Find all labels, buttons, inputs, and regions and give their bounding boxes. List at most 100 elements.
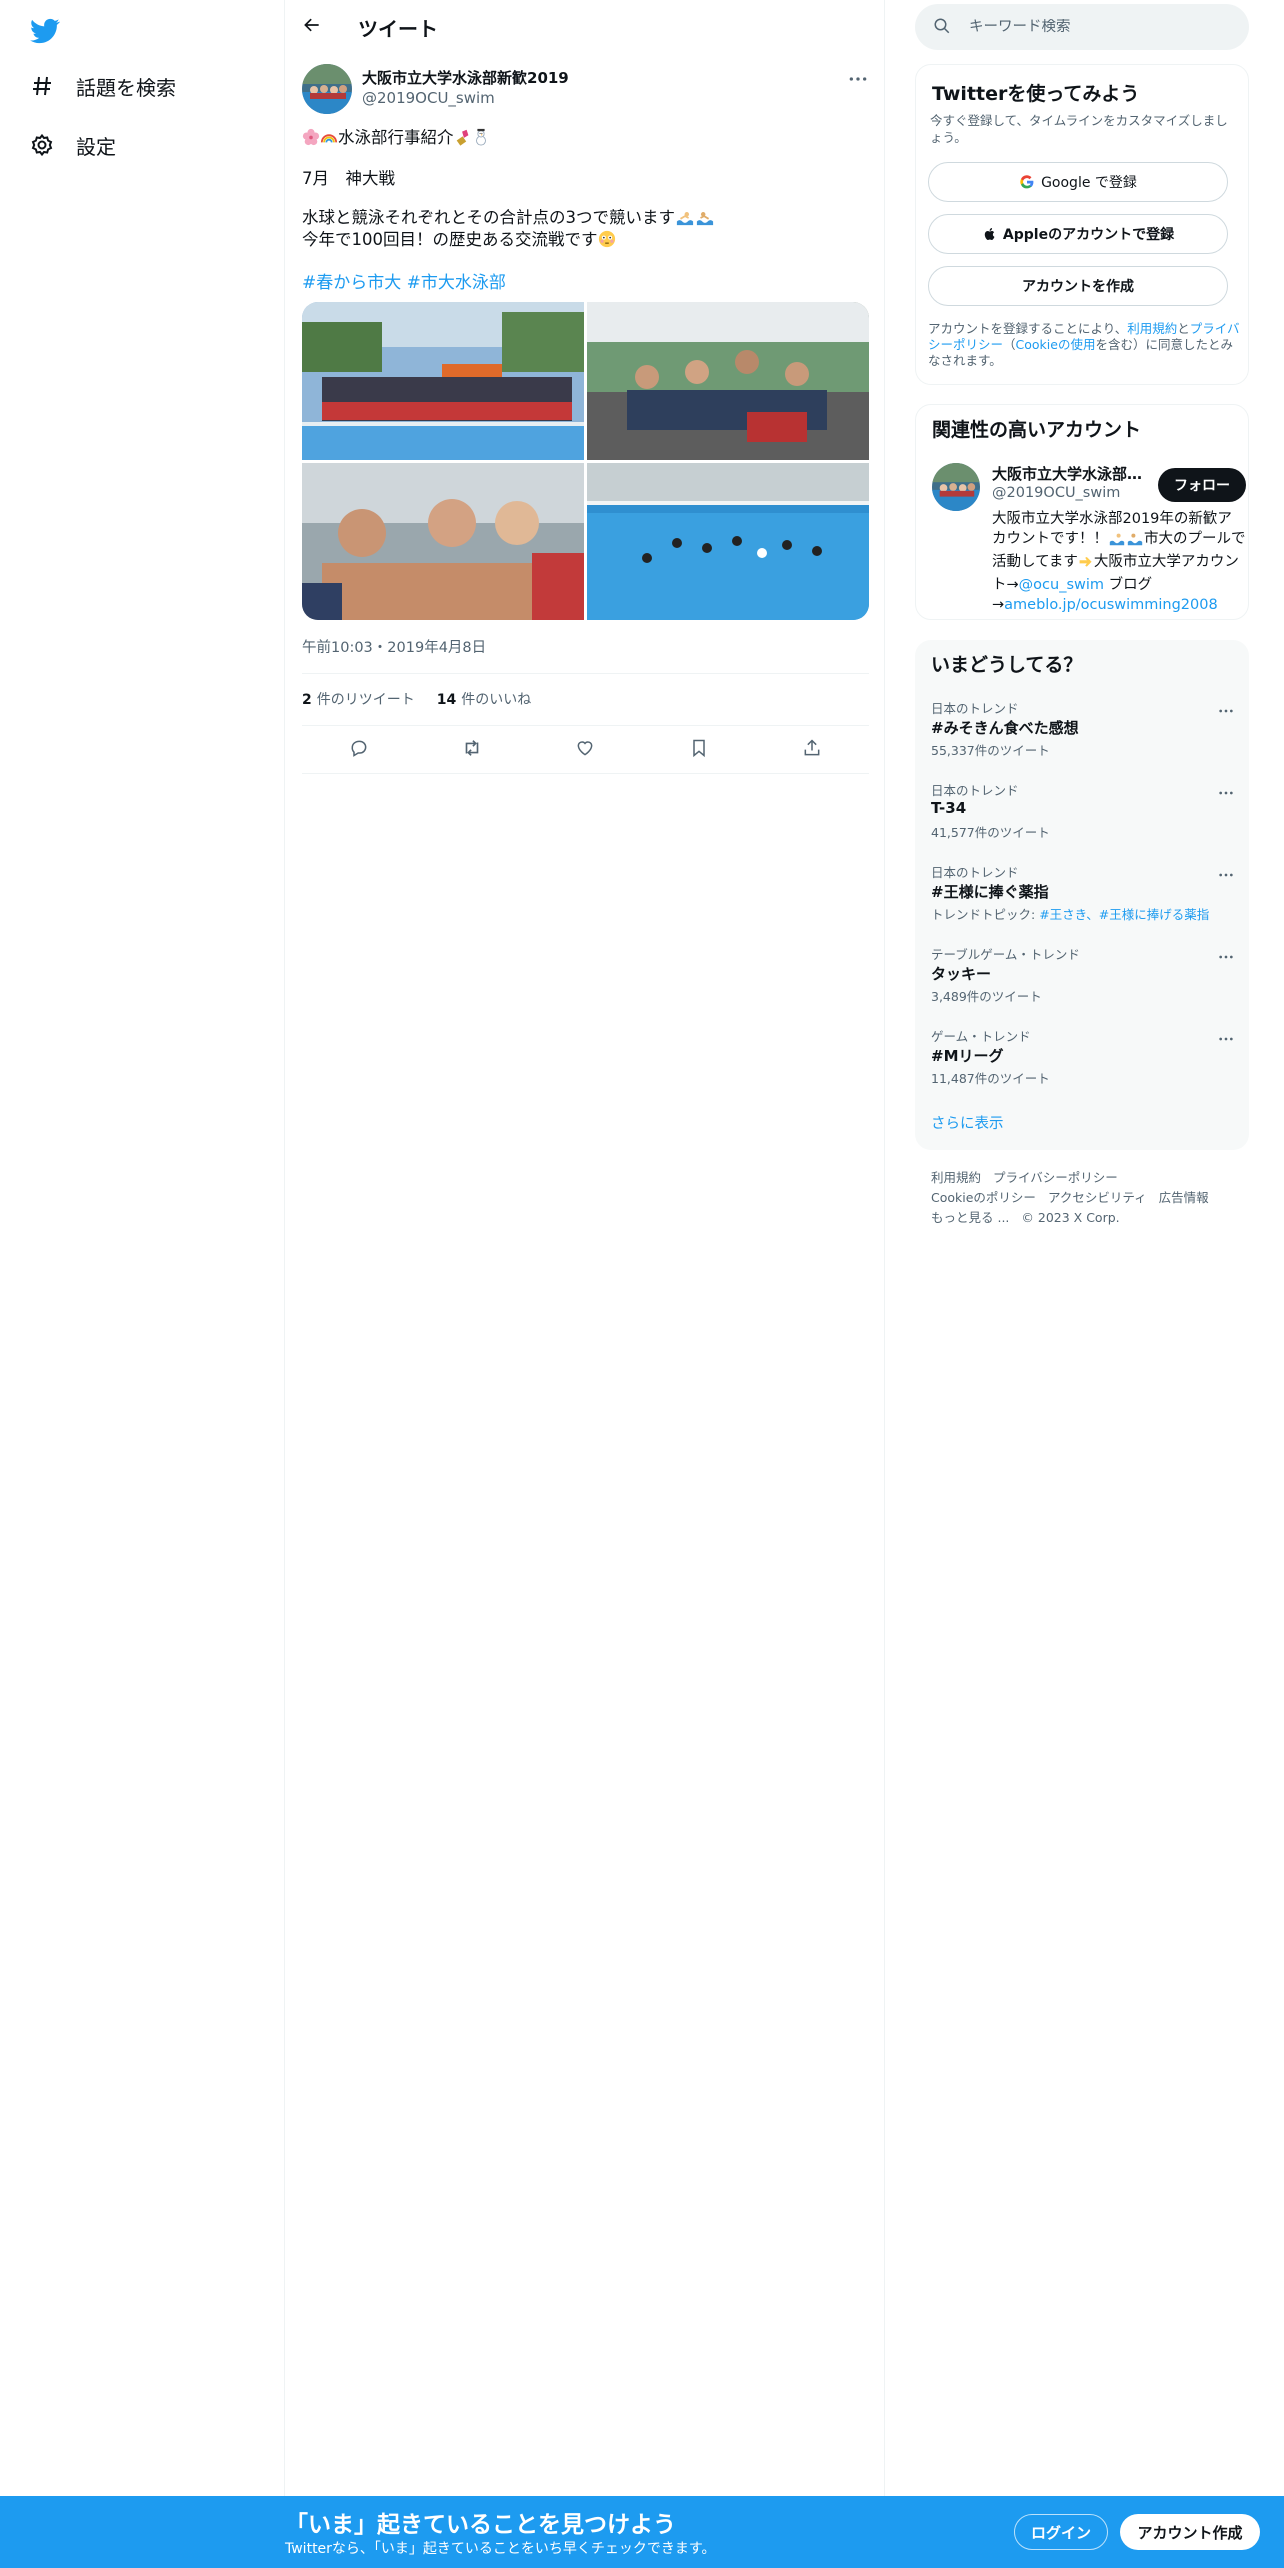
reply-icon — [349, 738, 369, 762]
trend-item[interactable]: 日本のトレンド T-34 41,577件のツイート — [915, 780, 1249, 862]
banner-title: 「いま」起きていることを見つけよう — [285, 2512, 676, 2538]
google-icon — [1019, 174, 1035, 190]
likes-stat[interactable]: 14 件のいいね — [437, 689, 531, 709]
twitter-bird-icon[interactable] — [26, 12, 66, 48]
more-dots-icon — [1218, 945, 1234, 964]
right-sidebar: Twitterを使ってみよう 今すぐ登録して、タイムラインをカスタマイズしましょ… — [885, 0, 1284, 2500]
bookmark-icon — [689, 738, 709, 762]
footer-terms-link[interactable]: 利用規約 — [931, 1170, 981, 1185]
related-accounts-card: 関連性の高いアカウント 大阪市立大学水泳部新歓2019 @2019OCU_swi… — [915, 404, 1249, 620]
more-dots-icon — [1218, 781, 1234, 800]
footer-copyright: © 2023 X Corp. — [1021, 1210, 1120, 1225]
trend-more-button[interactable] — [1213, 944, 1239, 964]
trend-more-button[interactable] — [1213, 698, 1239, 718]
more-dots-icon — [848, 68, 868, 87]
more-options-button[interactable] — [841, 64, 875, 90]
swimmer-icon — [1126, 530, 1144, 552]
footer-links: 利用規約 プライバシーポリシー — [931, 1167, 1261, 1186]
more-dots-icon — [1218, 863, 1234, 882]
more-dots-icon — [1218, 1027, 1234, 1046]
reply-button[interactable] — [342, 733, 376, 767]
retweet-icon — [461, 737, 483, 763]
more-dots-icon — [1218, 699, 1234, 718]
back-button[interactable] — [295, 10, 329, 44]
related-title: 関連性の高いアカウント — [932, 419, 1142, 441]
signup-legal-text: アカウントを登録することにより、利用規約とプライバシーポリシー（Cookieの使… — [928, 321, 1240, 368]
avatar[interactable] — [932, 463, 980, 511]
related-account-bio: 大阪市立大学水泳部2019年の新歓アカウントです！！ 市大のプールで活動してます大… — [992, 511, 1246, 613]
arrow-left-icon — [302, 15, 322, 39]
follow-button[interactable]: フォロー — [1158, 468, 1246, 502]
swimmer-icon — [695, 208, 715, 232]
hashtag-link[interactable]: #市大水泳部 — [407, 273, 506, 293]
trend-item[interactable]: テーブルゲーム・トレンド タッキー 3,489件のツイート — [915, 944, 1249, 1026]
create-account-button[interactable]: アカウントを作成 — [928, 266, 1228, 306]
sidebar-item-explore[interactable]: 話題を検索 — [26, 62, 176, 110]
apple-signup-button[interactable]: Appleのアカウントで登録 — [928, 214, 1228, 254]
footer-accessibility-link[interactable]: アクセシビリティ — [1048, 1190, 1147, 1205]
hashtag-icon — [26, 70, 58, 102]
lipstick-icon — [454, 128, 472, 152]
related-account-name[interactable]: 大阪市立大学水泳部新歓2019 — [992, 463, 1150, 484]
trend-topic-link[interactable]: #王さき、#王様に捧げる薬指 — [1039, 907, 1209, 922]
flushed-face-icon — [598, 230, 616, 254]
apple-icon — [982, 226, 997, 242]
tweet-photo[interactable] — [302, 463, 584, 620]
trends-card: いまどうしてる？ 日本のトレンド #みそきん食べた感想 55,337件のツイート… — [915, 640, 1249, 1150]
tweet-text-line: 今年で100回目！の歴史ある交流戦です — [302, 229, 616, 254]
trend-more-button[interactable] — [1213, 780, 1239, 800]
signup-card: Twitterを使ってみよう 今すぐ登録して、タイムラインをカスタマイズしましょ… — [915, 64, 1249, 385]
tweet-photo[interactable] — [302, 302, 584, 460]
trend-item[interactable]: ゲーム・トレンド #Mリーグ 11,487件のツイート — [915, 1026, 1249, 1108]
gear-icon — [26, 129, 58, 161]
show-more-link[interactable]: さらに表示 — [931, 1112, 1004, 1133]
footer-ads-link[interactable]: 広告情報 — [1159, 1190, 1209, 1205]
footer-links: Cookieのポリシー アクセシビリティ 広告情報 — [931, 1187, 1261, 1206]
trend-item[interactable]: 日本のトレンド #王様に捧ぐ薬指 トレンドトピック: #王さき、#王様に捧げる薬… — [915, 862, 1249, 944]
heart-icon — [575, 738, 595, 762]
trend-item[interactable]: 日本のトレンド #みそきん食べた感想 55,337件のツイート — [915, 698, 1249, 780]
retweets-stat[interactable]: 2 件のリツイート — [302, 689, 415, 709]
left-sidebar: 話題を検索 設定 — [0, 0, 285, 2500]
trends-title: いまどうしてる？ — [931, 654, 1083, 676]
bookmark-button[interactable] — [682, 733, 716, 767]
media-grid — [302, 302, 869, 620]
bio-handle-link[interactable]: @ocu_swim — [1019, 577, 1104, 593]
related-account-handle[interactable]: @2019OCU_swim — [992, 485, 1120, 501]
retweet-button[interactable] — [455, 733, 489, 767]
footer-more-link[interactable]: もっと見る ... — [931, 1210, 1009, 1225]
trend-more-button[interactable] — [1213, 862, 1239, 882]
footer-links: もっと見る ... © 2023 X Corp. — [931, 1207, 1261, 1226]
rainbow-icon — [320, 128, 338, 152]
avatar[interactable] — [302, 64, 352, 114]
like-button[interactable] — [568, 733, 602, 767]
footer-cookie-link[interactable]: Cookieのポリシー — [931, 1190, 1036, 1205]
share-button[interactable] — [795, 733, 829, 767]
google-signup-button[interactable]: Google で登録 — [928, 162, 1228, 202]
terms-link[interactable]: 利用規約 — [1127, 321, 1177, 336]
tweet-text-line: 水泳部行事紹介 — [302, 127, 490, 152]
hashtag-link[interactable]: #春から市大 — [302, 273, 401, 293]
author-handle[interactable]: @2019OCU_swim — [362, 89, 495, 107]
tweet-photo[interactable] — [587, 463, 869, 620]
trend-more-button[interactable] — [1213, 1026, 1239, 1046]
swimmer-icon — [1108, 530, 1126, 552]
search-input[interactable] — [969, 19, 1229, 35]
tweet-photo[interactable] — [587, 302, 869, 460]
signup-button[interactable]: アカウント作成 — [1120, 2514, 1260, 2550]
tweet-actions — [302, 730, 869, 770]
sidebar-item-settings[interactable]: 設定 — [26, 121, 116, 169]
signup-subtitle: 今すぐ登録して、タイムラインをカスタマイズしましょう。 — [930, 113, 1228, 145]
main-column: ツイート 大阪市立大学水泳部新歓2019 @2019OCU_swim 水泳部行事… — [285, 0, 885, 2500]
sidebar-item-label: 設定 — [76, 134, 116, 159]
author-name[interactable]: 大阪市立大学水泳部新歓2019 — [362, 67, 569, 88]
bio-blog-link[interactable]: ameblo.jp/ocuswimming2008 — [1004, 597, 1218, 613]
footer-privacy-link[interactable]: プライバシーポリシー — [993, 1170, 1118, 1185]
hashtag-line: #春から市大 #市大水泳部 — [302, 268, 506, 293]
tweet-timestamp[interactable]: 午前10:03・2019年4月8日 — [302, 636, 486, 657]
divider — [302, 725, 869, 726]
cookie-link[interactable]: Cookieの使用 — [1016, 337, 1096, 352]
page-header: ツイート — [285, 0, 885, 54]
cherry-blossom-icon — [302, 128, 320, 152]
login-button[interactable]: ログイン — [1014, 2514, 1108, 2550]
